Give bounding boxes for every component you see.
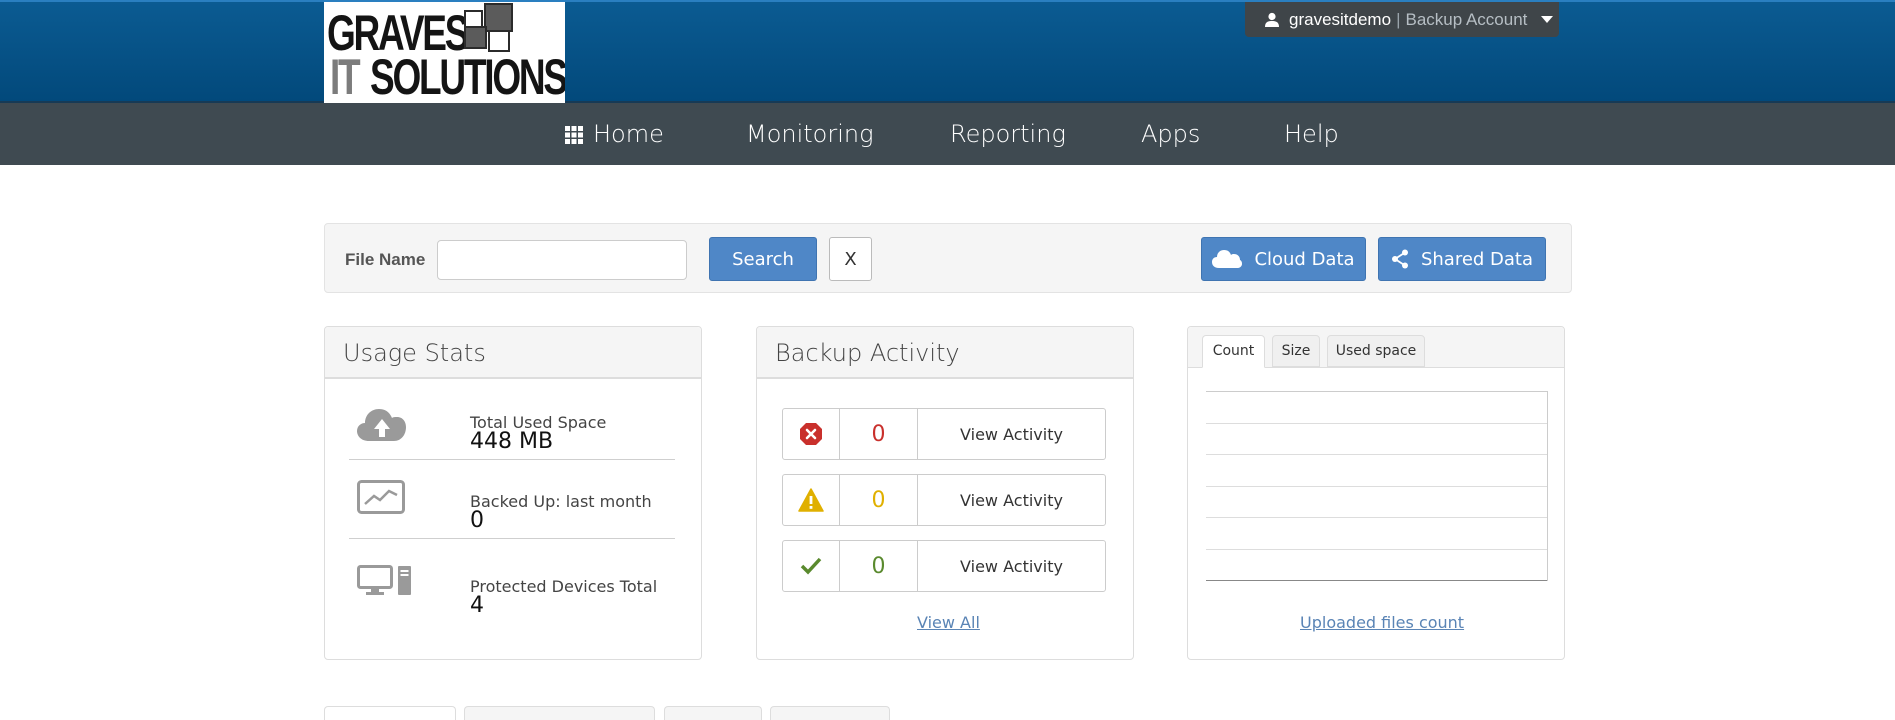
chart-gridline (1206, 549, 1547, 550)
chart-tabs: Count Size Used space (1188, 327, 1564, 368)
nav-help[interactable]: Help (1284, 103, 1339, 165)
account-username: gravesitdemo (1289, 9, 1392, 29)
share-icon (1391, 249, 1408, 269)
activity-row-warning: 0 View Activity (782, 474, 1106, 526)
tab-count[interactable]: Count (1202, 335, 1265, 368)
account-role: Backup Account (1405, 9, 1528, 29)
stat-total-used-space: Total Used Space 448 MB (349, 381, 675, 460)
upload-chart-panel: Count Size Used space Uploaded files cou… (1187, 326, 1565, 660)
company-logo[interactable]: GRAVES IT SOLUTIONS (324, 2, 565, 103)
file-search-bar: File Name Search X Cloud Data Shared Dat… (324, 223, 1572, 293)
clear-search-button[interactable]: X (829, 237, 872, 281)
stat-label: Backed Up: last month (470, 492, 652, 511)
check-icon (800, 557, 822, 575)
grid-icon (565, 126, 583, 144)
cloud-upload-icon (357, 409, 406, 441)
stat-value: 448 MB (470, 429, 554, 454)
cloud-data-button[interactable]: Cloud Data (1201, 237, 1366, 281)
stat-value: 0 (470, 508, 484, 533)
nav-home[interactable]: Home (565, 103, 664, 165)
stat-backed-up: Backed Up: last month 0 (349, 460, 675, 539)
backup-activity-title: Backup Activity (757, 327, 1133, 379)
warning-icon (798, 488, 824, 512)
tab-used-space[interactable]: Used space (1327, 335, 1425, 367)
stat-label: Protected Devices Total (470, 577, 658, 596)
main-nav: Home Monitoring Reporting Apps Help (0, 103, 1895, 165)
logo-square-icon (464, 26, 487, 49)
nav-reporting[interactable]: Reporting (950, 103, 1066, 165)
usage-stats-title: Usage Stats (325, 327, 701, 379)
activity-status-cell (783, 475, 840, 525)
shared-data-button[interactable]: Shared Data (1378, 237, 1546, 281)
activity-count: 0 (840, 409, 918, 459)
view-activity-error-button[interactable]: View Activity (918, 409, 1105, 459)
logo-square-icon (484, 3, 513, 32)
cloud-data-label: Cloud Data (1254, 248, 1355, 270)
uploaded-files-count-link[interactable]: Uploaded files count (1300, 613, 1464, 632)
chart-x-axis (1206, 580, 1547, 581)
nav-monitoring[interactable]: Monitoring (746, 103, 874, 165)
view-activity-success-button[interactable]: View Activity (918, 541, 1105, 591)
file-name-input[interactable] (437, 240, 687, 280)
logo-text-it: IT (330, 49, 361, 103)
uploaded-files-chart (1206, 391, 1548, 581)
activity-count: 0 (840, 541, 918, 591)
chart-gridline (1206, 486, 1547, 487)
shared-data-label: Shared Data (1420, 248, 1534, 270)
backup-activity-panel: Backup Activity 0 View Activity 0 View A… (756, 326, 1134, 660)
logo-square-icon (488, 30, 510, 52)
chart-gridline (1206, 454, 1547, 455)
error-icon (800, 423, 822, 445)
user-icon (1265, 12, 1279, 27)
tab-size[interactable]: Size (1272, 335, 1320, 367)
chart-line-icon (357, 480, 405, 514)
devices-icon (357, 565, 411, 595)
account-separator: | (1396, 9, 1401, 29)
top-header: GRAVES IT SOLUTIONS gravesitdemo | Backu… (0, 0, 1895, 103)
file-name-label: File Name (345, 250, 426, 269)
nav-apps[interactable]: Apps (1141, 103, 1200, 165)
activity-status-cell (783, 541, 840, 591)
activity-row-success: 0 View Activity (782, 540, 1106, 592)
view-activity-warning-button[interactable]: View Activity (918, 475, 1105, 525)
stat-value: 4 (470, 593, 484, 618)
chart-gridline (1206, 423, 1547, 424)
chart-gridline (1206, 517, 1547, 518)
activity-count: 0 (840, 475, 918, 525)
nav-home-label: Home (593, 120, 664, 148)
usage-stats-panel: Usage Stats Total Used Space 448 MB Back… (324, 326, 702, 660)
activity-status-cell (783, 409, 840, 459)
caret-down-icon (1541, 16, 1554, 23)
search-button[interactable]: Search (709, 237, 817, 281)
stat-protected-devices: Protected Devices Total 4 (349, 539, 675, 618)
cloud-icon (1212, 250, 1243, 268)
account-dropdown[interactable]: gravesitdemo | Backup Account (1245, 2, 1559, 37)
activity-row-error: 0 View Activity (782, 408, 1106, 460)
view-all-link[interactable]: View All (917, 613, 980, 632)
logo-text-solutions: SOLUTIONS (370, 49, 565, 103)
